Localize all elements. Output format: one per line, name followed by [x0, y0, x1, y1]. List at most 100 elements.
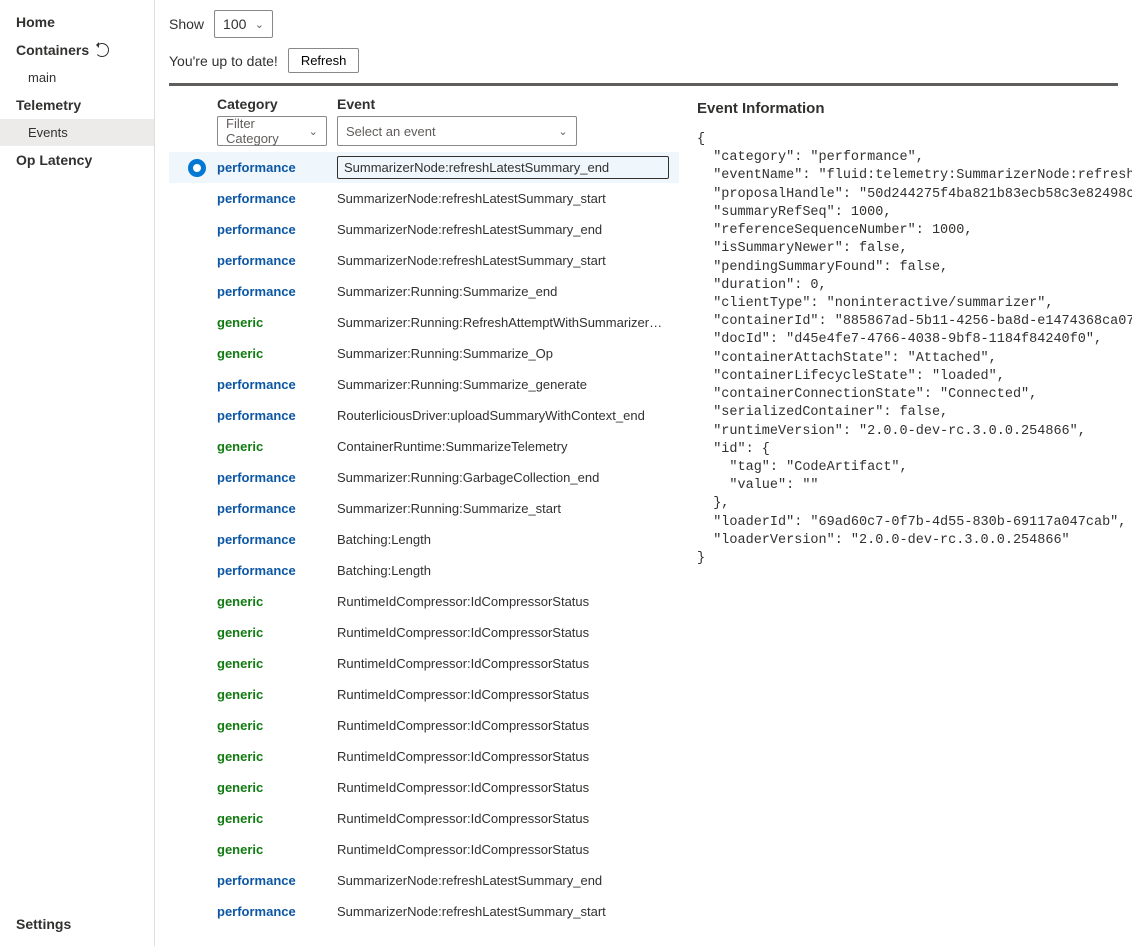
category-filter[interactable]: Filter Category ⌄ — [217, 116, 327, 146]
category-cell: performance — [217, 532, 337, 547]
category-cell: generic — [217, 718, 337, 733]
nav-containers[interactable]: Containers — [0, 36, 154, 64]
event-cell: SummarizerNode:refreshLatestSummary_end — [337, 873, 679, 888]
event-cell: Batching:Length — [337, 563, 679, 578]
table-row[interactable]: performanceSummarizerNode:refreshLatestS… — [169, 896, 679, 927]
table-row[interactable]: performanceSummarizerNode:refreshLatestS… — [169, 865, 679, 896]
refresh-icon[interactable] — [95, 43, 109, 57]
topbar: Show 100 ⌄ — [155, 0, 1132, 44]
category-cell: generic — [217, 439, 337, 454]
event-cell: Batching:Length — [337, 532, 679, 547]
event-cell: Summarizer:Running:GarbageCollection_end — [337, 470, 679, 485]
event-cell: RuntimeIdCompressor:IdCompressorStatus — [337, 656, 679, 671]
table-row[interactable]: genericRuntimeIdCompressor:IdCompressorS… — [169, 803, 679, 834]
row-radio-cell[interactable] — [177, 159, 217, 177]
table-row[interactable]: genericRuntimeIdCompressor:IdCompressorS… — [169, 741, 679, 772]
events-pane: Category Filter Category ⌄ Event Select … — [169, 86, 681, 930]
event-header: Event — [337, 96, 669, 112]
category-cell: performance — [217, 904, 337, 919]
table-row[interactable]: genericSummarizer:Running:RefreshAttempt… — [169, 307, 679, 338]
event-cell: SummarizerNode:refreshLatestSummary_star… — [337, 904, 679, 919]
event-cell: RuntimeIdCompressor:IdCompressorStatus — [337, 780, 679, 795]
nav-telemetry[interactable]: Telemetry — [0, 91, 154, 119]
table-row[interactable]: performanceBatching:Length — [169, 555, 679, 586]
category-cell: generic — [217, 625, 337, 640]
event-cell: SummarizerNode:refreshLatestSummary_star… — [337, 191, 679, 206]
category-cell: generic — [217, 346, 337, 361]
category-cell: generic — [217, 687, 337, 702]
table-row[interactable]: performanceSummarizerNode:refreshLatestS… — [169, 245, 679, 276]
category-filter-placeholder: Filter Category — [226, 116, 308, 146]
table-row[interactable]: performanceSummarizerNode:refreshLatestS… — [169, 183, 679, 214]
refresh-button[interactable]: Refresh — [288, 48, 360, 73]
event-cell: RuntimeIdCompressor:IdCompressorStatus — [337, 749, 679, 764]
event-filter[interactable]: Select an event ⌄ — [337, 116, 577, 146]
event-cell: SummarizerNode:refreshLatestSummary_end — [337, 222, 679, 237]
table-row[interactable]: performanceBatching:Length — [169, 524, 679, 555]
category-cell: performance — [217, 191, 337, 206]
show-value: 100 — [223, 16, 246, 32]
radio-selected-icon — [188, 159, 206, 177]
table-row[interactable]: performanceSummarizer:Running:GarbageCol… — [169, 462, 679, 493]
table-row[interactable]: performanceSummarizer:Running:Summarize_… — [169, 276, 679, 307]
table-row[interactable]: genericContainerRuntime:SummarizeTelemet… — [169, 431, 679, 462]
info-pane: Event Information { "category": "perform… — [681, 86, 1132, 930]
table-row[interactable]: genericRuntimeIdCompressor:IdCompressorS… — [169, 772, 679, 803]
table-row[interactable]: performanceSummarizer:Running:Summarize_… — [169, 493, 679, 524]
chevron-down-icon: ⌄ — [254, 18, 264, 31]
event-cell: ContainerRuntime:SummarizeTelemetry — [337, 439, 679, 454]
sidebar-telemetry-item[interactable]: Events — [0, 119, 154, 146]
show-label: Show — [169, 16, 204, 32]
table-row[interactable]: performanceSummarizerNode:refreshLatestS… — [169, 927, 679, 930]
table-row[interactable]: genericRuntimeIdCompressor:IdCompressorS… — [169, 617, 679, 648]
category-cell: performance — [217, 160, 337, 175]
event-cell: Summarizer:Running:RefreshAttemptWithSum… — [337, 315, 679, 330]
event-cell: RuntimeIdCompressor:IdCompressorStatus — [337, 811, 679, 826]
category-header: Category — [217, 96, 337, 112]
table-row[interactable]: genericRuntimeIdCompressor:IdCompressorS… — [169, 834, 679, 865]
event-cell: Summarizer:Running:Summarize_generate — [337, 377, 679, 392]
table-row[interactable]: genericRuntimeIdCompressor:IdCompressorS… — [169, 648, 679, 679]
status-text: You're up to date! — [169, 53, 278, 69]
event-cell: RuntimeIdCompressor:IdCompressorStatus — [337, 842, 679, 857]
category-cell: generic — [217, 656, 337, 671]
nav-op-latency[interactable]: Op Latency — [0, 146, 154, 174]
nav-settings[interactable]: Settings — [0, 910, 154, 938]
category-cell: performance — [217, 284, 337, 299]
category-cell: generic — [217, 749, 337, 764]
category-cell: generic — [217, 811, 337, 826]
category-cell: performance — [217, 408, 337, 423]
category-cell: generic — [217, 594, 337, 609]
category-cell: generic — [217, 315, 337, 330]
table-row[interactable]: genericSummarizer:Running:Summarize_Op — [169, 338, 679, 369]
event-cell: SummarizerNode:refreshLatestSummary_end — [337, 156, 669, 179]
chevron-down-icon: ⌄ — [308, 125, 318, 138]
table-header: Category Filter Category ⌄ Event Select … — [169, 86, 679, 152]
show-select[interactable]: 100 ⌄ — [214, 10, 273, 38]
category-cell: performance — [217, 873, 337, 888]
sidebar-container-item[interactable]: main — [0, 64, 154, 91]
event-cell: Summarizer:Running:Summarize_end — [337, 284, 679, 299]
events-scroll[interactable]: Category Filter Category ⌄ Event Select … — [169, 86, 681, 930]
horizontal-scrollbar[interactable] — [169, 930, 1130, 946]
table-row[interactable]: genericRuntimeIdCompressor:IdCompressorS… — [169, 710, 679, 741]
nav-home[interactable]: Home — [0, 8, 154, 36]
event-cell: RuntimeIdCompressor:IdCompressorStatus — [337, 687, 679, 702]
category-cell: performance — [217, 470, 337, 485]
table-row[interactable]: genericRuntimeIdCompressor:IdCompressorS… — [169, 679, 679, 710]
table-row[interactable]: genericRuntimeIdCompressor:IdCompressorS… — [169, 586, 679, 617]
event-cell: RuntimeIdCompressor:IdCompressorStatus — [337, 718, 679, 733]
content-columns: Category Filter Category ⌄ Event Select … — [155, 86, 1132, 930]
table-row[interactable]: performanceRouterliciousDriver:uploadSum… — [169, 400, 679, 431]
category-cell: generic — [217, 842, 337, 857]
event-json: { "category": "performance", "eventName"… — [697, 131, 1122, 568]
table-row[interactable]: performanceSummarizerNode:refreshLatestS… — [169, 152, 679, 183]
table-row[interactable]: performanceSummarizerNode:refreshLatestS… — [169, 214, 679, 245]
table-row[interactable]: performanceSummarizer:Running:Summarize_… — [169, 369, 679, 400]
event-cell: SummarizerNode:refreshLatestSummary_star… — [337, 253, 679, 268]
main: Show 100 ⌄ You're up to date! Refresh Ca… — [155, 0, 1132, 946]
chevron-down-icon: ⌄ — [558, 125, 568, 138]
nav-containers-label: Containers — [16, 42, 89, 58]
event-cell: RuntimeIdCompressor:IdCompressorStatus — [337, 594, 679, 609]
event-cell: Summarizer:Running:Summarize_start — [337, 501, 679, 516]
